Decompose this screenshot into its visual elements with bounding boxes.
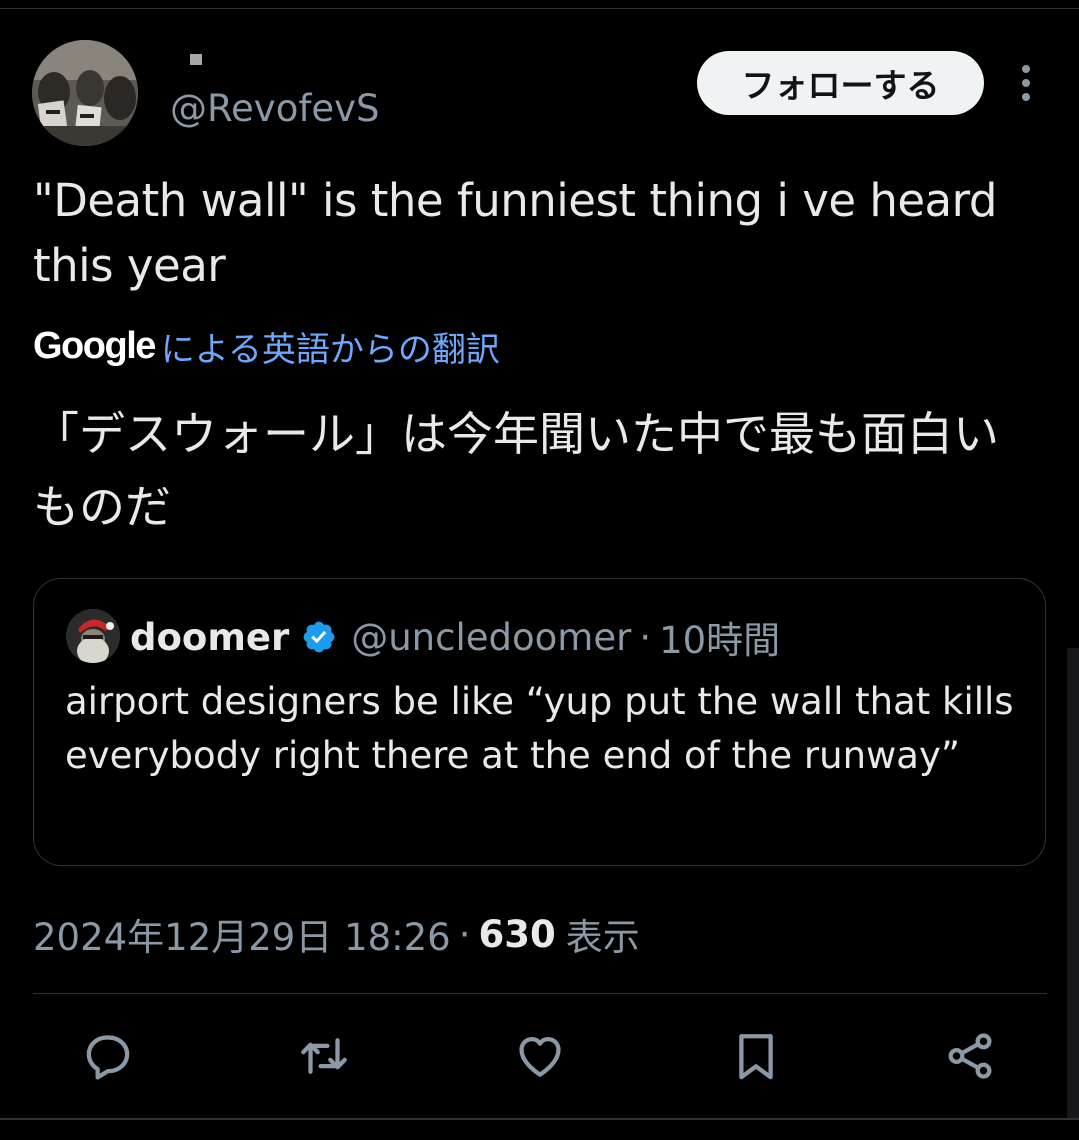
tweet-text: "Death wall" is the funniest thing i ve … [33, 174, 997, 292]
author-avatar[interactable] [32, 40, 138, 146]
quoted-tweet-header: doomer @uncledoomer · 10時間 [130, 611, 780, 663]
views-label: 表示 [565, 916, 640, 959]
reply-button[interactable] [78, 1026, 138, 1086]
like-button[interactable] [510, 1026, 570, 1086]
top-divider [0, 8, 1079, 9]
bottom-divider [0, 1118, 1079, 1120]
more-options-icon[interactable] [1010, 62, 1042, 106]
tweet-timestamp[interactable]: 2024年12月29日 18:26 [33, 907, 451, 961]
retweet-button[interactable] [294, 1026, 354, 1086]
display-name-placeholder [190, 54, 202, 65]
google-logo: Google [33, 324, 156, 367]
scrollbar[interactable] [1067, 648, 1079, 1118]
quoted-tweet-card[interactable]: doomer @uncledoomer · 10時間 airport desig… [33, 578, 1046, 866]
views-count: 630 [478, 912, 556, 956]
verified-badge-icon [303, 621, 335, 653]
quoted-tweet-text: airport designers be like “yup put the w… [65, 680, 1014, 777]
translated-text: 「デスウォール」は今年聞いた中で最も面白いものだ [33, 407, 999, 534]
share-icon [948, 1033, 992, 1079]
share-button[interactable] [940, 1026, 1000, 1086]
quoted-avatar-photo [66, 609, 120, 663]
avatar-photo [32, 40, 138, 146]
bookmark-button[interactable] [726, 1026, 786, 1086]
quoted-author-handle[interactable]: @uncledoomer [351, 616, 631, 659]
bookmark-icon [739, 1034, 773, 1080]
quoted-timestamp[interactable]: 10時間 [659, 610, 780, 664]
quoted-separator: · [639, 615, 652, 659]
quoted-author-avatar[interactable] [66, 609, 120, 663]
meta-separator: · [458, 912, 471, 956]
like-icon [519, 1036, 561, 1077]
reply-icon [86, 1035, 130, 1080]
follow-button[interactable]: フォローする [697, 51, 984, 115]
author-handle[interactable]: @RevofevS [170, 86, 380, 132]
quoted-author-name[interactable]: doomer [130, 616, 289, 659]
actions-divider [33, 993, 1047, 994]
translation-attribution: Google による英語からの翻訳 [33, 320, 500, 372]
translation-link[interactable]: による英語からの翻訳 [161, 322, 500, 371]
retweet-icon [301, 1038, 347, 1074]
tweet-metadata: 2024年12月29日 18:26 · 630 表示 [33, 906, 640, 962]
